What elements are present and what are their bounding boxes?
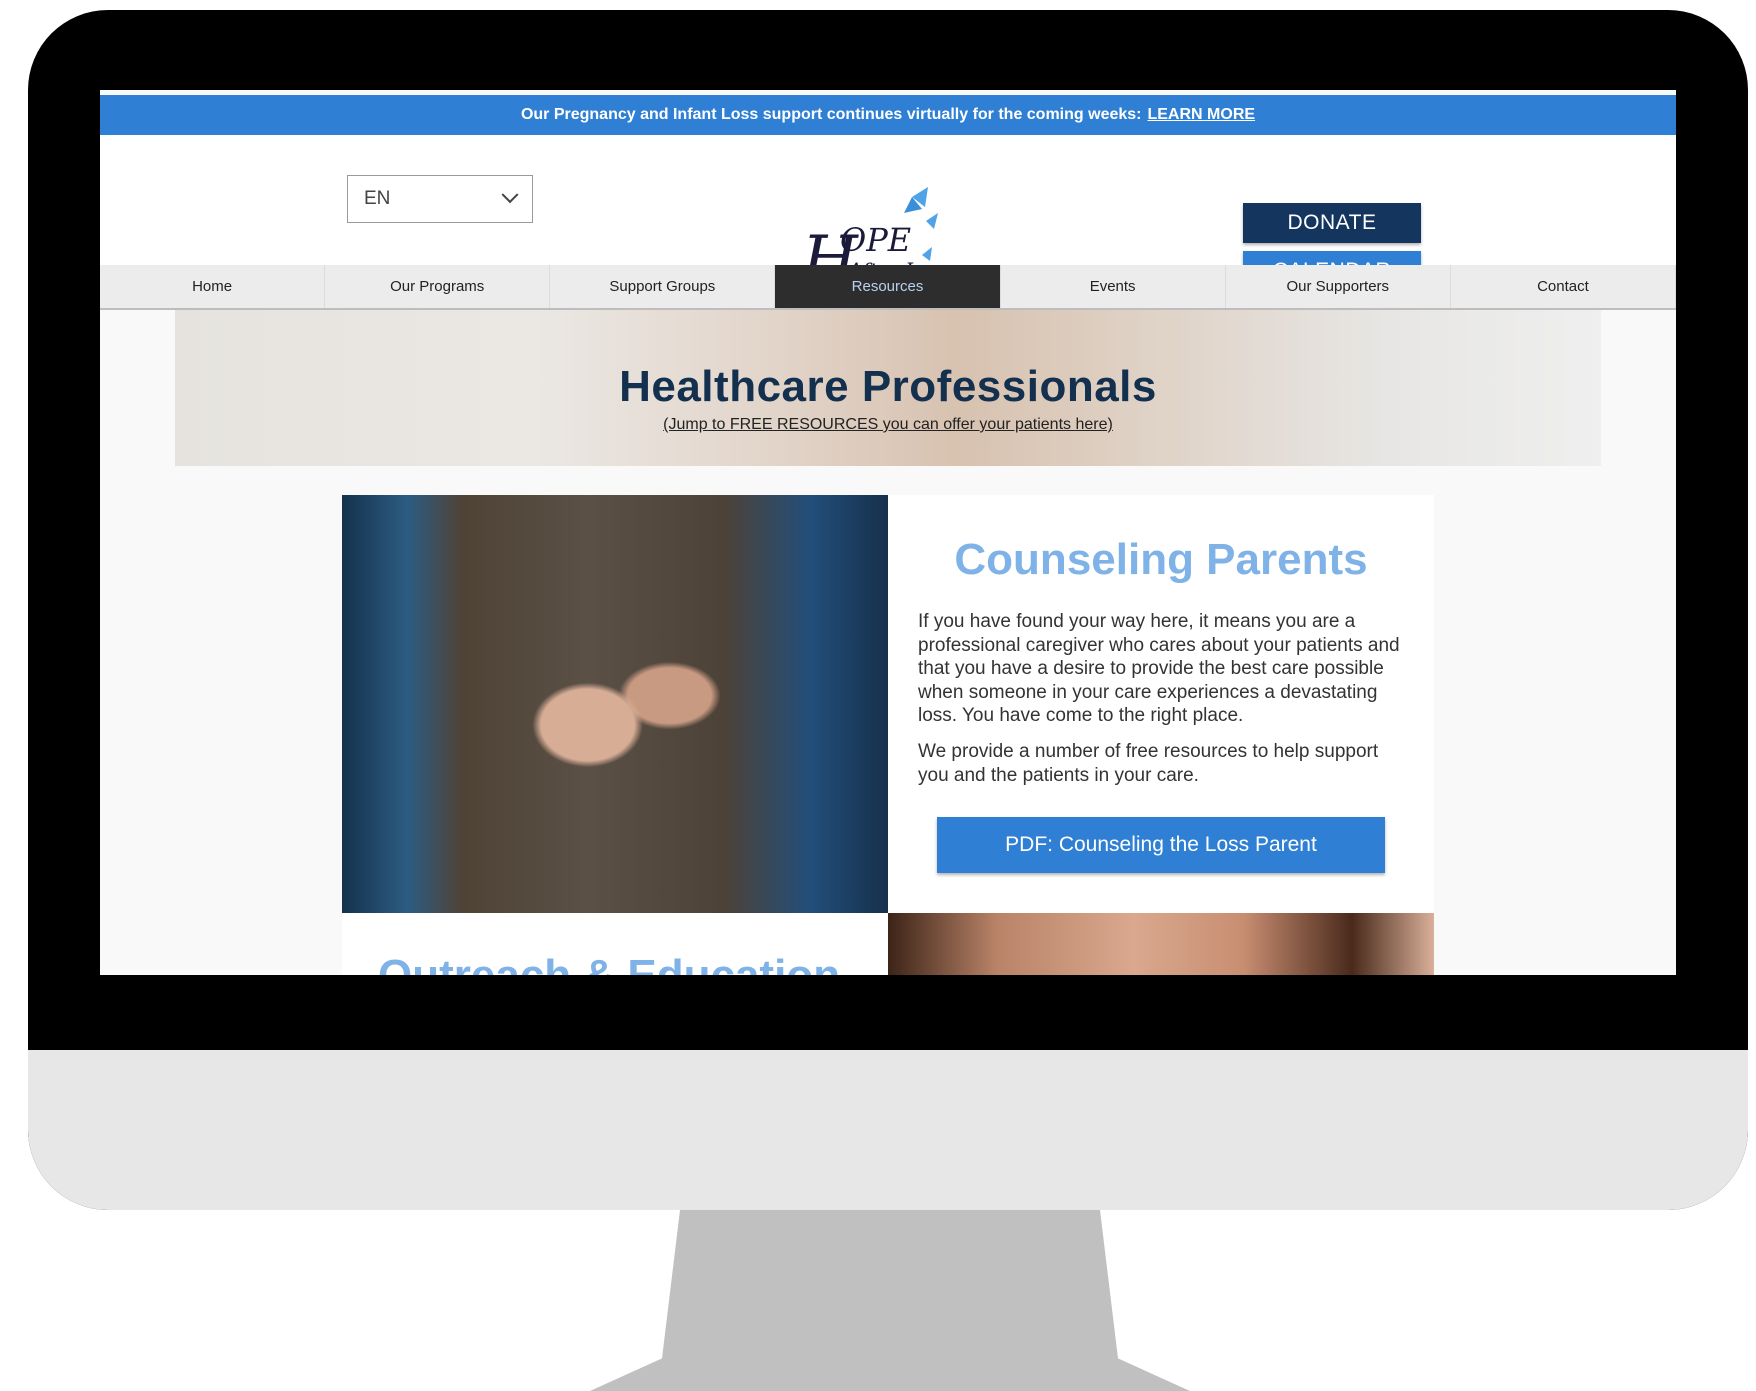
announcement-text: Our Pregnancy and Infant Loss support co… <box>520 106 1142 123</box>
browser-screen: Our Pregnancy and Infant Loss support co… <box>100 90 1676 975</box>
holding-hands-photo <box>342 495 888 913</box>
monitor-chin <box>28 1050 1748 1210</box>
page-title: Healthcare Professionals <box>619 362 1157 411</box>
card-paragraph-1: If you have found your way here, it mean… <box>918 611 1400 726</box>
outreach-title: Outreach & Education <box>378 951 840 975</box>
nav-item-contact[interactable]: Contact <box>1451 265 1676 308</box>
nav-item-resources[interactable]: Resources <box>775 265 1001 308</box>
nav-item-support-groups[interactable]: Support Groups <box>550 265 776 308</box>
card-paragraph-2: We provide a number of free resources to… <box>918 741 1379 786</box>
monitor-stand <box>590 1210 1190 1391</box>
donate-button[interactable]: DONATE <box>1243 203 1421 243</box>
free-resources-link[interactable]: (Jump to FREE RESOURCES you can offer yo… <box>175 416 1601 434</box>
main-nav: Home Our Programs Support Groups Resourc… <box>100 265 1676 310</box>
learn-more-link[interactable]: LEARN MORE <box>1147 106 1255 124</box>
announcement-bar: Our Pregnancy and Infant Loss support co… <box>100 95 1676 135</box>
language-value: EN <box>364 188 391 209</box>
hero-banner: Healthcare Professionals (Jump to FREE R… <box>175 310 1601 466</box>
hands-photo <box>888 913 1434 975</box>
nav-item-events[interactable]: Events <box>1001 265 1226 308</box>
svg-text:OPE: OPE <box>840 221 911 259</box>
nav-item-our-supporters[interactable]: Our Supporters <box>1226 265 1451 308</box>
outreach-card: Outreach & Education <box>342 913 888 975</box>
card-title: Counseling Parents <box>954 535 1368 584</box>
nav-item-home[interactable]: Home <box>100 265 326 308</box>
pdf-download-button[interactable]: PDF: Counseling the Loss Parent <box>937 817 1385 873</box>
language-select[interactable]: EN <box>347 175 533 223</box>
nav-item-our-programs[interactable]: Our Programs <box>325 265 551 308</box>
chevron-down-icon <box>501 186 519 204</box>
site-header: EN H OPE After Loss DONATE CALENDAR <box>100 135 1676 297</box>
counseling-parents-card: Counseling Parents If you have found you… <box>888 495 1434 913</box>
